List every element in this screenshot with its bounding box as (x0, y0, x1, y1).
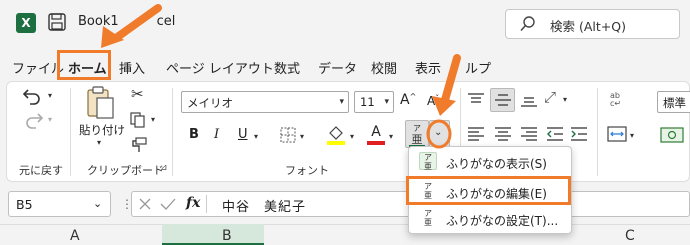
font-color-dropdown-icon[interactable]: ▾ (389, 133, 393, 141)
copy-dropdown-icon[interactable]: ▾ (151, 116, 155, 124)
tab-formulas[interactable]: 数式 (274, 58, 300, 77)
align-top-icon[interactable] (467, 93, 485, 107)
grow-font-button[interactable]: A^ (400, 92, 416, 108)
align-right-icon[interactable] (520, 127, 538, 141)
increase-indent-icon[interactable] (570, 127, 588, 141)
font-group-label: フォント (285, 164, 329, 177)
merge-center-icon[interactable] (607, 126, 627, 142)
copy-icon[interactable] (130, 112, 146, 128)
fx-icon[interactable]: fx (186, 195, 200, 211)
paste-dropdown-icon[interactable]: ▾ (97, 139, 101, 147)
font-color-button[interactable]: A (367, 124, 385, 145)
menu-item-show-furigana[interactable]: ふりがなの表示(S) (446, 155, 547, 172)
font-color-swatch (367, 141, 385, 145)
tab-insert[interactable]: 挿入 (119, 58, 145, 77)
home-tab-highlight-box (57, 50, 111, 80)
fill-color-icon[interactable] (326, 124, 346, 146)
wrap-text-icon[interactable]: ab c↵ (610, 92, 621, 108)
number-format-combobox[interactable]: 標準 (657, 91, 690, 113)
chevron-down-icon: ▾ (384, 97, 389, 107)
undo-icon[interactable] (22, 87, 44, 105)
menu-item-furigana-settings[interactable]: ふりがなの設定(T)... (446, 212, 558, 229)
tab-review[interactable]: 校閲 (371, 58, 397, 77)
furigana-settings-icon: ア亜 (424, 209, 432, 227)
name-box-value: B5 (16, 197, 33, 212)
orientation-dropdown-icon[interactable]: ▾ (563, 96, 567, 104)
document-title: Book1 cel (78, 14, 176, 29)
chevron-down-icon: ▾ (339, 97, 344, 107)
italic-button[interactable]: I (214, 127, 219, 142)
tab-view[interactable]: 表示 (415, 58, 441, 77)
align-middle-icon (495, 94, 511, 106)
chevron-down-icon: ⌄ (434, 127, 443, 138)
enter-icon (160, 198, 176, 210)
align-bottom-icon[interactable] (520, 93, 538, 107)
column-header-row (0, 224, 690, 245)
font-size-combobox[interactable]: 11 ▾ (354, 91, 394, 113)
excel-logo-icon: X (16, 13, 36, 33)
bold-button[interactable]: B (189, 127, 199, 142)
border-dropdown-icon[interactable]: ▾ (300, 133, 304, 141)
tab-page-layout[interactable]: ページ レイアウト (166, 58, 274, 77)
group-separator (597, 88, 598, 176)
group-separator (172, 88, 173, 176)
clipboard-launcher-icon[interactable]: ⊿ (160, 164, 168, 173)
currency-format-icon[interactable] (660, 127, 684, 143)
format-painter-icon[interactable] (130, 137, 148, 153)
formula-bar-divider (206, 195, 207, 213)
chevron-down-icon[interactable]: ⌄ (93, 197, 102, 210)
tab-data[interactable]: データ (318, 58, 357, 77)
save-icon[interactable] (48, 13, 66, 31)
paste-icon[interactable] (85, 86, 117, 120)
fill-color-dropdown-icon[interactable]: ▾ (350, 133, 354, 141)
border-icon[interactable] (280, 127, 296, 143)
search-icon (520, 16, 535, 32)
formula-bar-content: 中谷 美紀子 (222, 200, 307, 215)
furigana-show-icon: ア亜 (419, 152, 437, 171)
undo-group-label: 元に戻す (19, 164, 63, 177)
paste-button-label[interactable]: 貼り付け (79, 122, 125, 138)
underline-button[interactable]: U (238, 127, 248, 142)
edit-furigana-highlight-box (406, 176, 571, 205)
font-name-combobox[interactable]: メイリオ ▾ (181, 91, 349, 113)
column-header-c[interactable]: C (625, 228, 635, 244)
furigana-icon: ア 亜 (409, 123, 425, 147)
undo-dropdown-icon[interactable]: ▾ (48, 92, 52, 100)
column-header-a[interactable]: A (70, 228, 80, 244)
tab-help[interactable]: ルプ (465, 58, 491, 77)
merge-dropdown-icon[interactable]: ▾ (630, 132, 634, 140)
redo-icon (26, 113, 44, 129)
clipboard-group-label: クリップボード (87, 164, 164, 177)
orientation-icon[interactable]: ⤢ (544, 90, 556, 105)
search-placeholder: 検索 (Alt+Q) (550, 19, 626, 34)
cut-icon[interactable]: ✂ (131, 87, 144, 102)
align-left-icon[interactable] (467, 127, 485, 141)
underline-dropdown-icon[interactable]: ▾ (254, 133, 258, 141)
align-center-icon[interactable] (494, 127, 512, 141)
cancel-icon (139, 198, 151, 210)
column-header-b[interactable]: B (222, 228, 232, 244)
decrease-indent-icon[interactable] (546, 127, 564, 141)
group-separator (70, 88, 71, 176)
column-b-selected-header (162, 224, 264, 245)
redo-dropdown-icon: ▾ (48, 115, 53, 124)
shrink-font-button[interactable]: Aˇ (427, 94, 439, 108)
